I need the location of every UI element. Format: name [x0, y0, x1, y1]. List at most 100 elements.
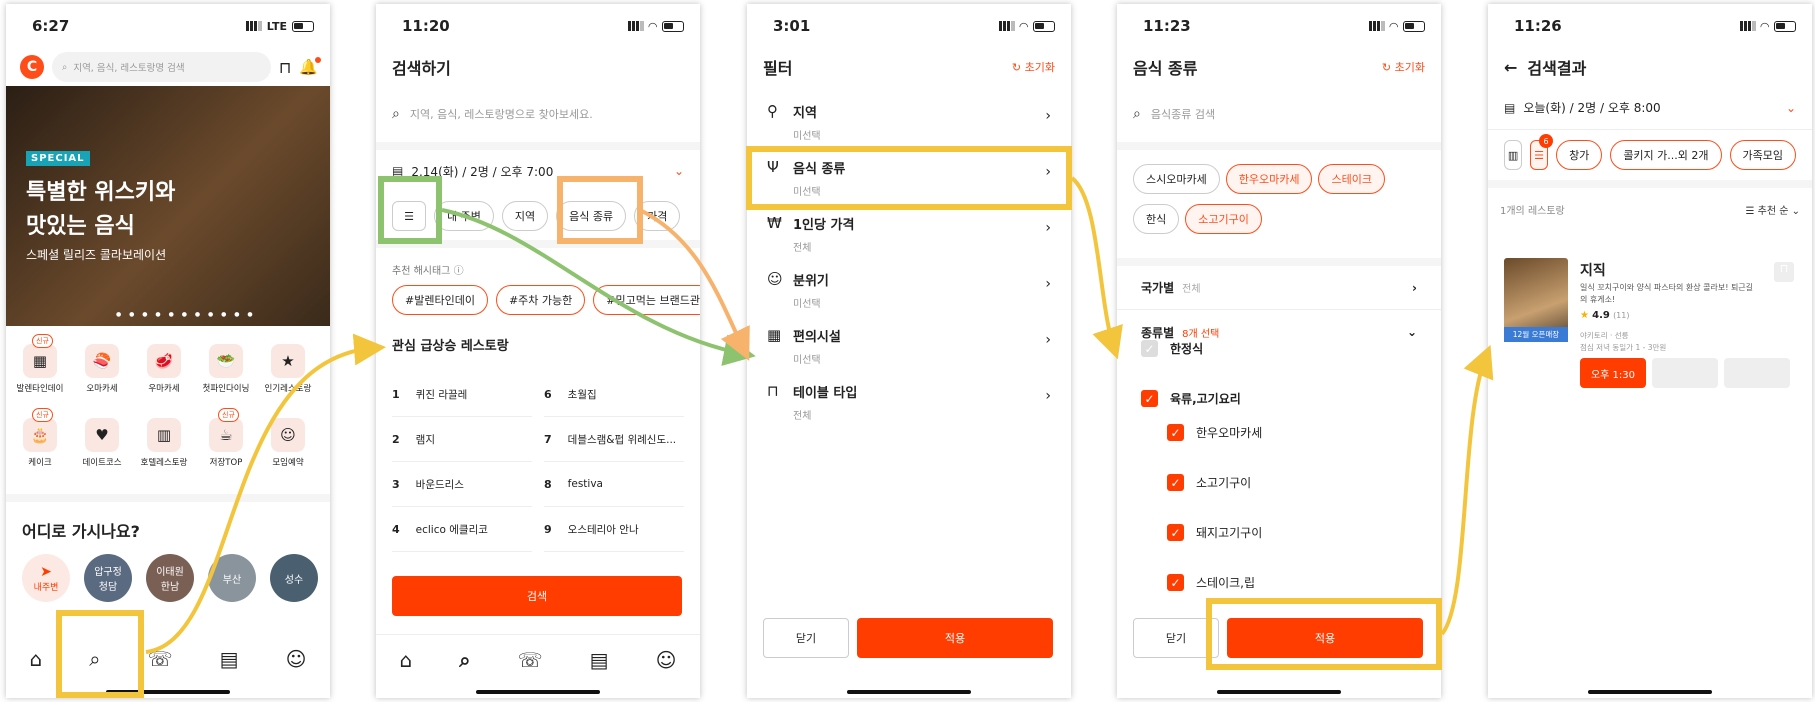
- phone-search: 11:20 ◠ 검색하기 ⌕ 지역, 음식, 레스토랑명으로 찾아보세요. ▤ 2.1…: [376, 4, 700, 698]
- bookmark-icon[interactable]: ⊓: [1774, 262, 1794, 282]
- check-item[interactable]: ✓ 육류,고기요리: [1141, 390, 1241, 407]
- rank-item[interactable]: 3 바운드리스: [392, 462, 532, 507]
- home-icon[interactable]: ⌂: [30, 647, 43, 671]
- place-item[interactable]: 성수: [270, 554, 318, 602]
- category-item[interactable]: 신규 ▦ 발렌타인데이: [16, 334, 64, 394]
- home-icon[interactable]: ⌂: [400, 648, 413, 672]
- filter-row-mood[interactable]: ☺ 분위기 미선택 ›: [747, 260, 1071, 316]
- food-search-input[interactable]: ⌕ 음식종류 검색: [1133, 94, 1425, 134]
- profile-icon[interactable]: ☺: [656, 648, 677, 672]
- category-item[interactable]: ★ 인기레스토랑: [264, 344, 312, 394]
- check-item[interactable]: ✓ 스테이크,립: [1167, 574, 1255, 591]
- search-input[interactable]: ⌕ 지역, 음식, 레스토랑명으로 찾아보세요.: [392, 94, 684, 134]
- place-item[interactable]: 압구정 청담: [84, 554, 132, 602]
- hashtag-title: 추천 해시태그 ⓘ: [376, 248, 700, 285]
- check-item[interactable]: ✓ 소고기구이: [1167, 474, 1251, 491]
- filter-row-table[interactable]: ⊓ 테이블 타입 전체 ›: [747, 372, 1071, 428]
- chip-food-type[interactable]: 음식 종류: [556, 201, 627, 231]
- check-item[interactable]: ✓ 돼지고기구이: [1167, 524, 1262, 541]
- category-item[interactable]: 신규 ☕ 저장TOP: [202, 408, 250, 468]
- app-logo: C: [20, 55, 44, 79]
- category-item[interactable]: ☺ 모임예약: [264, 418, 312, 468]
- promo-banner[interactable]: SPECIAL 특별한 위스키와 맛있는 음식 스페셜 릴리즈 콜라보레이션 ●…: [6, 86, 330, 326]
- place-item[interactable]: 부산: [208, 554, 256, 602]
- apply-button[interactable]: 적용: [857, 618, 1053, 658]
- search-icon[interactable]: ⌕: [89, 647, 100, 671]
- filter-row-amenities[interactable]: ▦ 편의시설 미선택 ›: [747, 316, 1071, 372]
- rank-item[interactable]: 9 오스테리아 안나: [544, 507, 684, 552]
- profile-icon[interactable]: ☺: [286, 647, 307, 671]
- restaurant-card[interactable]: 12월 오픈매장 지직 ⊓ 일식 꼬치구이와 양식 파스타의 환상 콜라보! 퇴…: [1504, 258, 1794, 388]
- place-item[interactable]: ➤ 내주변: [22, 554, 70, 602]
- calendar-icon[interactable]: ▤: [220, 647, 239, 671]
- category-item[interactable]: ♥ 데이트코스: [78, 418, 126, 468]
- checkbox-checked: ✓: [1167, 524, 1184, 541]
- filter-button[interactable]: ☰: [392, 201, 426, 231]
- food-chip-selected[interactable]: 스테이크: [1318, 164, 1385, 194]
- rank-item[interactable]: 4 eclico 에클리코: [392, 507, 532, 552]
- food-chip[interactable]: 한식: [1133, 204, 1180, 234]
- status-time: 6:27: [32, 17, 70, 35]
- close-button[interactable]: 닫기: [763, 618, 849, 658]
- home-search-input[interactable]: ⌕ 지역, 음식, 레스토랑명 검색: [52, 52, 271, 82]
- result-chip[interactable]: 콜키지 가...외 2개: [1610, 140, 1722, 170]
- map-button[interactable]: ▥: [1504, 140, 1523, 170]
- search-button[interactable]: 검색: [392, 576, 682, 616]
- bell-icon[interactable]: 🔔: [299, 57, 321, 76]
- date-selector[interactable]: ▤ 오늘(화) / 2명 / 오후 8:00 ⌄: [1488, 86, 1812, 130]
- category-item[interactable]: 🥗 첫파인다이닝: [202, 344, 250, 394]
- filter-button[interactable]: ☰ 6: [1530, 134, 1554, 170]
- category-item[interactable]: 신규 🎂 케이크: [16, 408, 64, 468]
- status-bar: 3:01 ◠: [747, 4, 1071, 48]
- rank-item[interactable]: 1 퀴진 라끌레: [392, 372, 532, 417]
- rank-number: 4: [392, 522, 400, 536]
- apply-button[interactable]: 적용: [1227, 618, 1423, 658]
- rank-item[interactable]: 6 초월집: [544, 372, 684, 417]
- country-row[interactable]: 국가별 전체 ›: [1117, 266, 1441, 310]
- category-item[interactable]: 🥩 우마카세: [140, 344, 188, 394]
- back-arrow-icon[interactable]: ←: [1504, 58, 1517, 77]
- chevron-right-icon: ›: [1045, 220, 1051, 236]
- date-selector[interactable]: ▤ 2.14(화) / 2명 / 오후 7:00 ⌄: [376, 142, 700, 192]
- place-item[interactable]: 이태원 한남: [146, 554, 194, 602]
- close-button[interactable]: 닫기: [1133, 618, 1219, 658]
- type-label: 종류별: [1141, 325, 1175, 340]
- time-slot-button[interactable]: 오후 1:30: [1580, 358, 1646, 388]
- search-icon: ⌕: [1133, 106, 1141, 122]
- chip-region[interactable]: 지역: [501, 201, 549, 231]
- reset-button[interactable]: ↻ 초기화: [1382, 59, 1425, 75]
- calendar-icon[interactable]: ▤: [590, 648, 609, 672]
- review-count: (11): [1613, 311, 1630, 320]
- rank-item[interactable]: 2 램지: [392, 417, 532, 462]
- sliders-icon: ☰: [1534, 148, 1544, 162]
- rank-item[interactable]: 7 데블스램&펍 위례신도...: [544, 417, 684, 462]
- food-chip-selected[interactable]: 한우오마카세: [1225, 164, 1313, 194]
- category-item[interactable]: 🍣 오마카세: [78, 344, 126, 394]
- chip-nearby[interactable]: 내 주변: [434, 201, 494, 231]
- rank-item[interactable]: 8 festiva: [544, 462, 684, 507]
- restaurant-desc-1: 일식 꼬치구이와 양식 파스타의 환상 콜라보! 퇴근길: [1580, 283, 1754, 292]
- sort-selector[interactable]: ☰ 추천 순 ⌄: [1746, 202, 1801, 217]
- filter-row-region[interactable]: ⚲ 지역 미선택 ›: [747, 92, 1071, 148]
- bookmark-icon[interactable]: ⊓: [279, 58, 291, 77]
- food-chip[interactable]: 스시오마카세: [1133, 164, 1220, 194]
- hashtag-chip[interactable]: #발렌타인데이: [392, 285, 488, 315]
- result-chip[interactable]: 가족모임: [1729, 140, 1796, 170]
- arrow-apply-to-results: [1440, 344, 1494, 636]
- chat-icon[interactable]: ☏: [148, 647, 173, 671]
- check-item[interactable]: ✓ 한정식: [1141, 340, 1203, 357]
- reset-button[interactable]: ↻ 초기화: [1012, 59, 1055, 75]
- network-label: LTE: [266, 19, 287, 33]
- chat-icon[interactable]: ☏: [518, 648, 543, 672]
- category-item[interactable]: ▥ 호텔레스토랑: [140, 418, 188, 468]
- rating-value: 4.9: [1592, 310, 1610, 321]
- filter-row-food-type[interactable]: Ψ 음식 종류 미선택 ›: [747, 148, 1071, 204]
- check-item[interactable]: ✓ 한우오마카세: [1167, 424, 1262, 441]
- hashtag-chip[interactable]: #믿고먹는 브랜드관: [593, 285, 700, 315]
- food-chip-selected[interactable]: 소고기구이: [1185, 204, 1262, 234]
- result-chip[interactable]: 창가: [1556, 140, 1603, 170]
- filter-row-price[interactable]: ₩1인당 가격 전체 ›: [747, 204, 1071, 260]
- hashtag-chip[interactable]: #주차 가능한: [495, 285, 586, 315]
- search-icon[interactable]: ⌕: [459, 648, 470, 672]
- chip-price[interactable]: 가격: [634, 201, 681, 231]
